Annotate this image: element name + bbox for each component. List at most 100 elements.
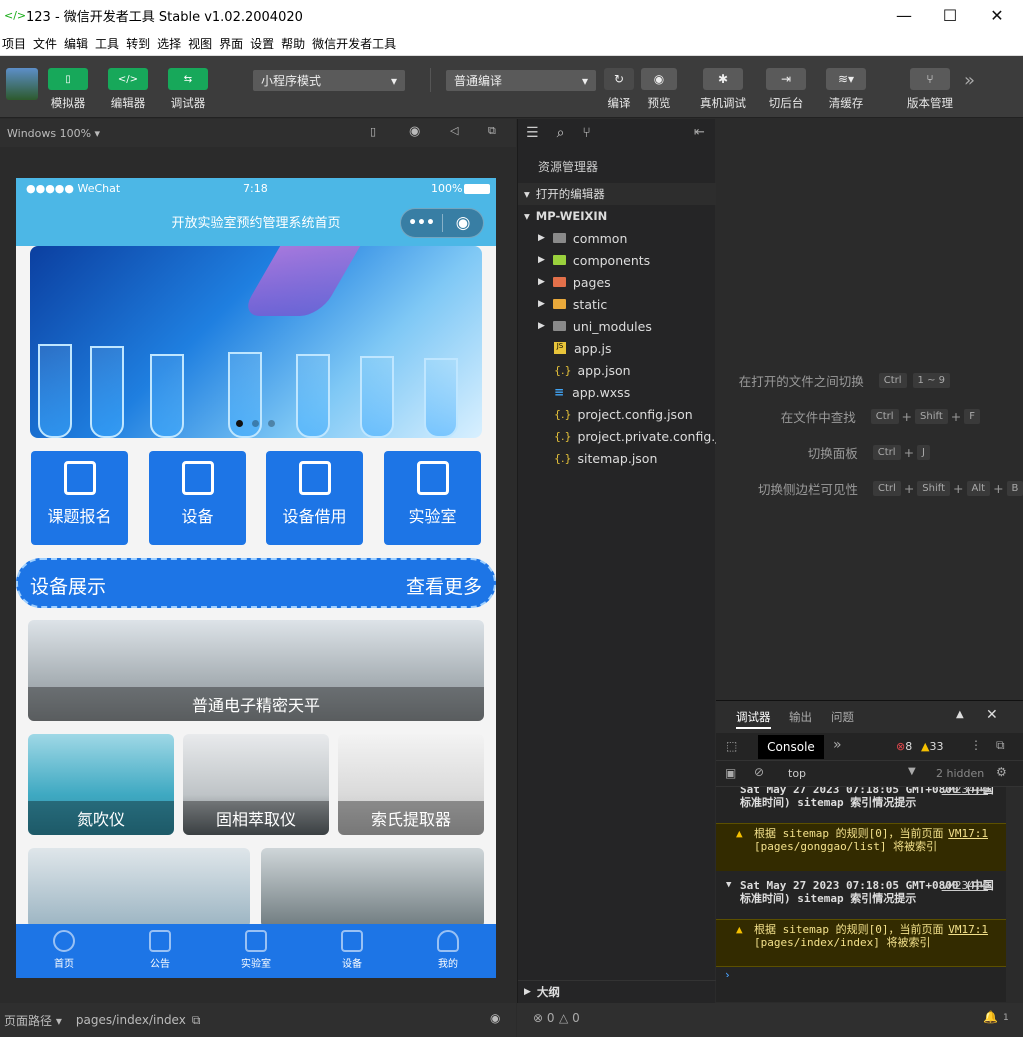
tab-notice[interactable]: 公告 xyxy=(112,924,208,978)
debugger-button[interactable]: ⇆ 调试器 xyxy=(166,68,210,111)
chevron-down-icon[interactable]: ▼ xyxy=(908,766,916,777)
category-laboratory[interactable]: 实验室 xyxy=(384,451,481,545)
folder-common[interactable]: ▶ common xyxy=(518,227,716,249)
status-warnings[interactable]: △ 0 xyxy=(559,1011,580,1025)
close-icon[interactable]: ✕ xyxy=(974,0,1020,31)
menu-project[interactable]: 项目 xyxy=(0,35,31,52)
close-miniprogram-icon[interactable]: ◉ xyxy=(443,213,483,233)
files-icon[interactable]: ☰ xyxy=(526,125,539,141)
editor-button[interactable]: </> 编辑器 xyxy=(106,68,150,111)
maximize-icon[interactable]: ☐ xyxy=(927,0,973,31)
equipment-card-balance[interactable]: 普通电子精密天平 xyxy=(28,620,484,721)
category-equipment[interactable]: 设备 xyxy=(149,451,246,545)
lab-card[interactable] xyxy=(261,848,484,928)
menu-file[interactable]: 文件 xyxy=(31,35,62,52)
menu-view[interactable]: 视图 xyxy=(186,35,217,52)
popout-icon[interactable]: ⧉ xyxy=(488,124,496,138)
device-select[interactable]: Windows 100% ▾ xyxy=(7,127,100,140)
file-app-js[interactable]: JS app.js xyxy=(518,337,716,359)
file-sitemap-json[interactable]: {.} sitemap.json xyxy=(518,447,716,469)
preview-button[interactable]: ◉ 预览 xyxy=(640,68,678,111)
tab-home[interactable]: 首页 xyxy=(16,924,112,978)
clear-cache-button[interactable]: ≋▾ 清缓存 xyxy=(824,68,868,111)
console-prompt[interactable]: › xyxy=(725,968,730,977)
file-project-config-json[interactable]: {.} project.config.json xyxy=(518,403,716,425)
menu-goto[interactable]: 转到 xyxy=(124,35,155,52)
more-tabs-icon[interactable]: » xyxy=(833,737,842,753)
folder-pages[interactable]: ▶ pages xyxy=(518,271,716,293)
menu-wechat-devtools[interactable]: 微信开发者工具 xyxy=(310,35,401,52)
mode-select[interactable]: 小程序模式 ▾ xyxy=(253,70,405,91)
collapse-sidebar-icon[interactable]: ⇤ xyxy=(694,125,705,140)
menu-ui[interactable]: 界面 xyxy=(217,35,248,52)
compile-select[interactable]: 普通编译 ▾ xyxy=(446,70,596,91)
compile-button[interactable]: ↻ 编译 xyxy=(602,68,636,111)
equipment-card-soxhlet-extractor[interactable]: 索氏提取器 xyxy=(338,734,484,835)
log-source-link[interactable]: VM17:1 xyxy=(948,923,988,936)
search-icon[interactable]: ⌕ xyxy=(557,125,565,141)
log-source-link[interactable]: VM234:4 xyxy=(942,787,988,796)
menu-select[interactable]: 选择 xyxy=(155,35,186,52)
folder-uni-modules[interactable]: ▶ uni_modules xyxy=(518,315,716,337)
project-root[interactable]: ▾ MP-WEIXIN xyxy=(518,205,716,227)
log-source-link[interactable]: VM17:1 xyxy=(948,827,988,840)
tab-mine[interactable]: 我的 xyxy=(400,924,496,978)
phone-frame-icon[interactable]: ▯ xyxy=(370,125,376,138)
equipment-card-nitrogen-evaporator[interactable]: 氮吹仪 xyxy=(28,734,174,835)
minimize-icon[interactable]: — xyxy=(881,0,927,31)
menu-settings[interactable]: 设置 xyxy=(248,35,279,52)
source-control-icon[interactable]: ⑂ xyxy=(582,125,590,141)
folder-components[interactable]: ▶ components xyxy=(518,249,716,271)
tab-output[interactable]: 输出 xyxy=(789,709,812,725)
real-device-debug-button[interactable]: ✱ 真机调试 xyxy=(696,68,750,111)
kebab-menu-icon[interactable]: ⋮ xyxy=(970,738,982,752)
file-app-json[interactable]: {.} app.json xyxy=(518,359,716,381)
log-source-link[interactable]: VM234:4 xyxy=(942,879,988,892)
gear-icon[interactable]: ⚙ xyxy=(996,765,1007,779)
tab-laboratory[interactable]: 实验室 xyxy=(208,924,304,978)
context-select[interactable]: top xyxy=(788,767,806,780)
lab-card[interactable] xyxy=(28,848,250,928)
category-topic-signup[interactable]: 课题报名 xyxy=(31,451,128,545)
dock-icon[interactable]: ⧉ xyxy=(996,738,1005,753)
tab-console[interactable]: Console xyxy=(758,735,824,759)
simulator-button[interactable]: ▯ 模拟器 xyxy=(46,68,90,111)
menu-tools[interactable]: 工具 xyxy=(93,35,124,52)
avatar[interactable] xyxy=(6,68,38,100)
outline-section[interactable]: ▶ 大纲 xyxy=(518,980,716,1002)
folder-static[interactable]: ▶ static xyxy=(518,293,716,315)
copy-icon[interactable]: ⧉ xyxy=(192,1013,201,1028)
menu-edit[interactable]: 编辑 xyxy=(62,35,93,52)
eye-icon[interactable]: ◉ xyxy=(490,1011,500,1025)
file-app-wxss[interactable]: ≡ app.wxss xyxy=(518,381,716,403)
sidebar-toggle-icon[interactable]: ▣ xyxy=(725,766,736,780)
error-count[interactable]: ⊗8 xyxy=(896,740,912,753)
tab-equipment[interactable]: 设备 xyxy=(304,924,400,978)
carousel-dot-active[interactable] xyxy=(236,420,243,427)
record-icon[interactable]: ◉ xyxy=(409,124,420,139)
tab-problems[interactable]: 问题 xyxy=(831,709,854,725)
page-path-select[interactable]: 页面路径 ▾ xyxy=(4,1012,62,1029)
volume-icon[interactable]: ◁ xyxy=(450,124,458,137)
banner-carousel[interactable] xyxy=(30,246,482,438)
version-manager-button[interactable]: ⑂ 版本管理 xyxy=(902,68,958,111)
inspect-icon[interactable]: ⬚ xyxy=(726,739,737,753)
more-icon[interactable]: » xyxy=(964,70,975,91)
tab-debugger[interactable]: 调试器 xyxy=(736,709,771,729)
status-errors[interactable]: ⊗ 0 xyxy=(533,1011,555,1025)
background-button[interactable]: ⇥ 切后台 xyxy=(764,68,808,111)
close-panel-icon[interactable]: ✕ xyxy=(986,707,998,723)
file-project-private-config[interactable]: {.}project.private.config.js... xyxy=(518,425,716,447)
open-editors-section[interactable]: ▾ 打开的编辑器 xyxy=(518,183,716,205)
equipment-card-solid-phase-extractor[interactable]: 固相萃取仪 xyxy=(183,734,329,835)
console-scrollbar[interactable] xyxy=(1006,787,1023,1003)
carousel-dot[interactable] xyxy=(252,420,259,427)
menu-help[interactable]: 帮助 xyxy=(279,35,310,52)
view-more-link[interactable]: 查看更多 xyxy=(406,572,482,599)
carousel-dot[interactable] xyxy=(268,420,275,427)
menu-capsule[interactable]: ••• ◉ xyxy=(400,208,484,238)
category-equipment-borrow[interactable]: 设备借用 xyxy=(266,451,363,545)
more-dots-icon[interactable]: ••• xyxy=(401,215,442,231)
maximize-panel-icon[interactable]: ▲ xyxy=(956,709,964,720)
bell-icon[interactable]: 🔔 xyxy=(983,1010,998,1024)
